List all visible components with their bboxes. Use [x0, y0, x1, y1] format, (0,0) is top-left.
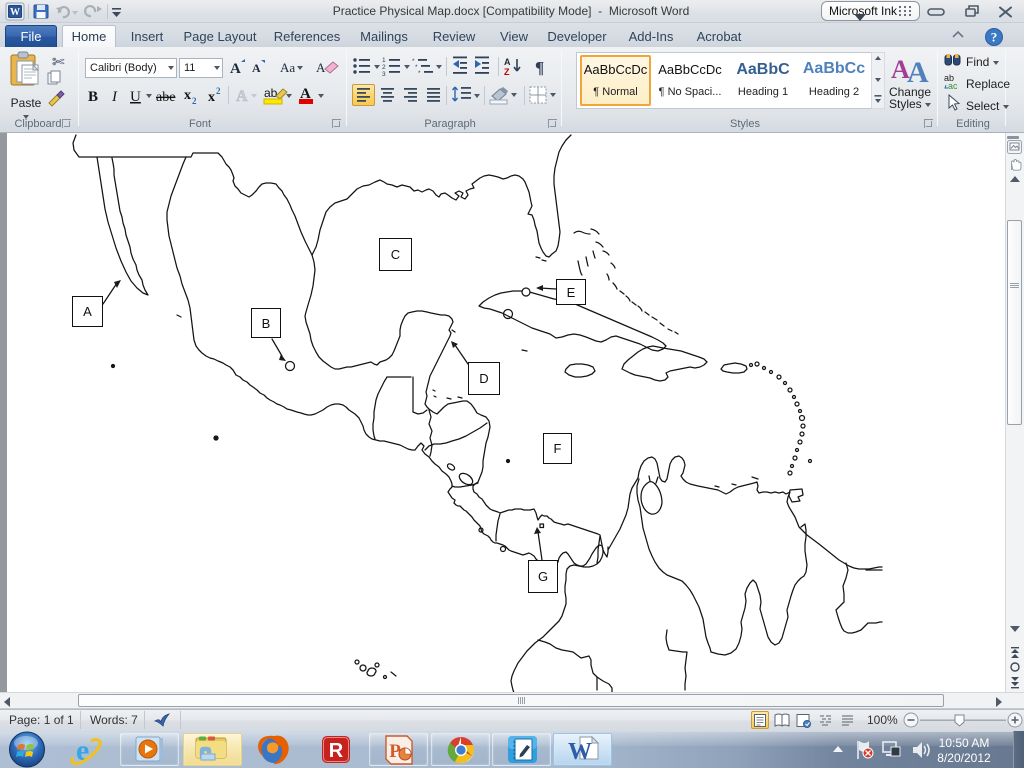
svg-text:?: ?	[991, 30, 998, 45]
svg-text:A: A	[252, 61, 261, 75]
svg-text:3: 3	[382, 71, 386, 78]
svg-text:A: A	[236, 88, 248, 105]
svg-text:B: B	[88, 89, 98, 105]
svg-text:Aa: Aa	[280, 60, 295, 75]
svg-text:U: U	[130, 89, 141, 105]
svg-text:✄: ✄	[52, 54, 65, 71]
svg-text:A: A	[907, 56, 929, 84]
svg-text:Z: Z	[504, 67, 510, 77]
svg-text:ac: ac	[948, 81, 958, 91]
svg-text:R: R	[329, 740, 344, 762]
svg-text:x: x	[184, 88, 191, 103]
svg-text:¶: ¶	[535, 58, 544, 77]
svg-text:A: A	[504, 57, 511, 67]
svg-text:*: *	[418, 70, 421, 77]
svg-text:abe: abe	[156, 90, 175, 105]
svg-text:1: 1	[382, 57, 386, 64]
svg-text:ab: ab	[264, 86, 278, 100]
svg-text:I: I	[111, 89, 118, 105]
svg-text:W: W	[10, 7, 20, 18]
svg-text:2: 2	[192, 96, 197, 106]
svg-text:2: 2	[382, 64, 386, 71]
svg-text:x: x	[208, 90, 215, 105]
svg-text:W: W	[568, 739, 592, 765]
svg-text:2: 2	[216, 86, 221, 96]
svg-text:A: A	[316, 60, 326, 75]
svg-text:A: A	[230, 61, 241, 77]
